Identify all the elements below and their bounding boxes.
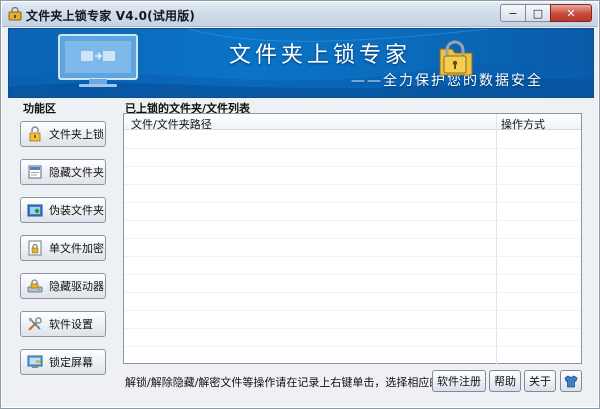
maximize-icon: □ — [532, 6, 544, 20]
padlock-icon — [439, 40, 473, 76]
settings-tools-icon — [28, 317, 42, 331]
sidebar-item-label: 软件设置 — [49, 318, 93, 331]
sidebar-item-label: 隐藏驱动器 — [49, 280, 104, 293]
sidebar-item-label: 伪装文件夹 — [49, 204, 104, 217]
app-lock-icon — [8, 7, 22, 21]
monitor-icon — [58, 34, 138, 87]
sidebar-item-label: 文件夹上锁 — [49, 128, 104, 141]
window-title: 文件夹上锁专家 V4.0(试用版) — [26, 9, 196, 23]
sidebar: 文件夹上锁 隐藏文件夹 伪装文件夹 单文件加密 隐藏驱动器 软件设置 锁定屏幕 — [8, 113, 118, 405]
maximize-button[interactable]: □ — [525, 4, 551, 22]
about-button[interactable]: 关于 — [524, 370, 556, 392]
row-gridline — [124, 292, 581, 293]
row-gridline — [124, 184, 581, 185]
row-gridline — [124, 202, 581, 203]
sidebar-item-disguise-folder[interactable]: 伪装文件夹 — [20, 197, 106, 223]
usage-hint: 解锁/解除隐藏/解密文件等操作请在记录上右键单击，选择相应的命令。 — [125, 376, 474, 389]
row-gridline — [124, 148, 581, 149]
lock-folder-icon — [29, 126, 41, 142]
column-header-action[interactable]: 操作方式 — [501, 116, 545, 132]
row-gridline — [124, 346, 581, 347]
row-gridline — [124, 220, 581, 221]
help-button[interactable]: 帮助 — [489, 370, 521, 392]
row-gridline — [124, 328, 581, 329]
header-banner: 文件夹上锁专家 ——全力保护您的数据安全 — [8, 28, 594, 98]
column-header-path[interactable]: 文件/文件夹路径 — [131, 116, 212, 132]
row-gridline — [124, 256, 581, 257]
window-controls: − □ ✕ — [500, 4, 592, 22]
disguise-folder-icon — [27, 204, 43, 217]
sidebar-item-hide-drive[interactable]: 隐藏驱动器 — [20, 273, 106, 299]
banner-title: 文件夹上锁专家 — [229, 43, 412, 68]
skin-button[interactable] — [560, 370, 582, 392]
locked-items-list[interactable]: 文件/文件夹路径 操作方式 — [123, 113, 582, 365]
sidebar-item-lock-screen[interactable]: 锁定屏幕 — [20, 349, 106, 375]
shirt-icon — [564, 374, 578, 387]
minimize-icon: − — [508, 6, 518, 20]
row-gridline — [124, 310, 581, 311]
row-gridline — [124, 166, 581, 167]
title-bar[interactable]: 文件夹上锁专家 V4.0(试用版) − □ ✕ — [2, 2, 598, 27]
minimize-button[interactable]: − — [500, 4, 526, 22]
app-window: 文件夹上锁专家 V4.0(试用版) − □ ✕ 文件夹上锁专家 ——全力保护您的… — [0, 0, 600, 409]
close-button[interactable]: ✕ — [550, 4, 592, 22]
sidebar-item-label: 锁定屏幕 — [49, 356, 93, 369]
sidebar-item-settings[interactable]: 软件设置 — [20, 311, 106, 337]
row-gridline — [124, 238, 581, 239]
encrypt-file-icon — [28, 240, 42, 256]
list-header: 文件/文件夹路径 操作方式 — [124, 114, 581, 132]
sidebar-item-label: 单文件加密 — [49, 242, 104, 255]
sidebar-item-label: 隐藏文件夹 — [49, 166, 104, 179]
hide-drive-icon — [27, 279, 43, 293]
close-icon: ✕ — [566, 6, 576, 20]
sidebar-item-hide-folder[interactable]: 隐藏文件夹 — [20, 159, 106, 185]
row-gridline — [124, 274, 581, 275]
hide-folder-icon — [28, 165, 42, 179]
lock-screen-icon — [27, 355, 43, 368]
sidebar-item-encrypt-file[interactable]: 单文件加密 — [20, 235, 106, 261]
register-button[interactable]: 软件注册 — [432, 370, 486, 392]
sidebar-item-lock-folder[interactable]: 文件夹上锁 — [20, 121, 106, 147]
